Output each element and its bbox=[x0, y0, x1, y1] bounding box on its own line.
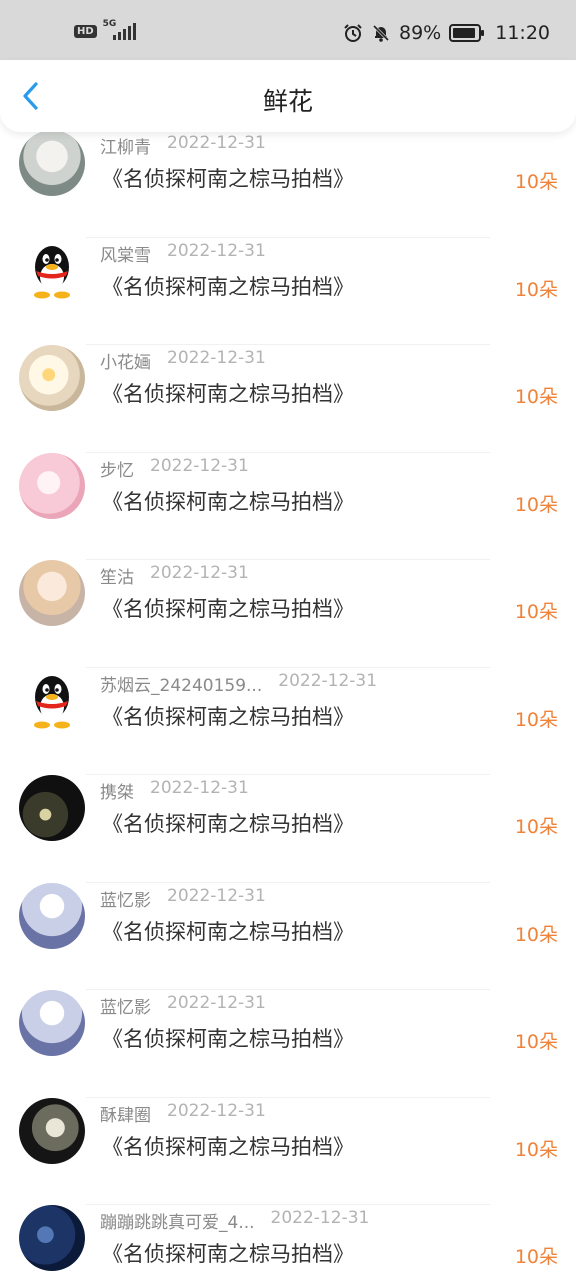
list-item[interactable]: 酥肆圈 2022-12-31 《名侦探柯南之棕马拍档》 10朵 bbox=[0, 1097, 576, 1205]
movie-title: 《名侦探柯南之棕马拍档》 bbox=[102, 1242, 354, 1266]
mute-bell-icon bbox=[372, 24, 390, 42]
night-sky-avatar[interactable] bbox=[19, 1205, 85, 1271]
flower-gift-list[interactable]: 江柳青 2022-12-31 《名侦探柯南之棕马拍档》 10朵 风棠雪 2022-1… bbox=[0, 132, 576, 1280]
date: 2022-12-31 bbox=[150, 455, 249, 476]
moon-avatar[interactable] bbox=[19, 990, 85, 1056]
list-item[interactable]: 蹦蹦跳跳真可爱_4... 2022-12-31 《名侦探柯南之棕马拍档》 10朵 bbox=[0, 1205, 576, 1280]
date: 2022-12-31 bbox=[167, 348, 266, 368]
date: 2022-12-31 bbox=[150, 778, 249, 798]
username[interactable]: 江柳青 bbox=[100, 133, 151, 158]
dark-moon-avatar[interactable] bbox=[19, 1097, 85, 1164]
fairy-avatar[interactable] bbox=[19, 132, 85, 196]
movie-title: 《名侦探柯南之棕马拍档》 bbox=[102, 812, 354, 836]
username[interactable]: 风棠雪 bbox=[100, 241, 151, 266]
movie-title: 《名侦探柯南之棕马拍档》 bbox=[102, 919, 354, 944]
username[interactable]: 蹦蹦跳跳真可爱_4... bbox=[100, 1208, 255, 1233]
status-left: HD 5G bbox=[74, 19, 136, 42]
movie-title: 《名侦探柯南之棕马拍档》 bbox=[102, 597, 354, 621]
flower-count: 10朵 bbox=[514, 601, 558, 623]
list-item[interactable]: 江柳青 2022-12-31 《名侦探柯南之棕马拍档》 10朵 bbox=[0, 132, 576, 238]
movie-title: 《名侦探柯南之棕马拍档》 bbox=[102, 167, 354, 191]
date: 2022-12-31 bbox=[270, 1208, 370, 1228]
date: 2022-12-31 bbox=[167, 993, 266, 1013]
username[interactable]: 蓝忆影 bbox=[100, 993, 151, 1018]
flower-count: 10朵 bbox=[514, 1138, 558, 1161]
username[interactable]: 携桀 bbox=[100, 778, 134, 803]
flower-avatar[interactable] bbox=[19, 345, 85, 411]
flower-count: 10朵 bbox=[514, 1246, 558, 1268]
list-item[interactable]: 蓝忆影 2022-12-31 《名侦探柯南之棕马拍档》 10朵 bbox=[0, 990, 576, 1098]
qq-penguin-avatar[interactable] bbox=[19, 667, 85, 734]
date: 2022-12-31 bbox=[278, 670, 378, 691]
movie-title: 《名侦探柯南之棕马拍档》 bbox=[102, 382, 354, 406]
date: 2022-12-31 bbox=[167, 885, 266, 906]
username[interactable]: 苏烟云_24240159... bbox=[100, 671, 262, 696]
hd-icon: HD bbox=[74, 24, 97, 38]
battery-percent: 89% bbox=[399, 22, 442, 44]
status-right: 89% 11:20 bbox=[343, 22, 550, 44]
qq-penguin-avatar[interactable] bbox=[19, 237, 85, 304]
alarm-icon bbox=[344, 24, 362, 42]
list-item[interactable]: 蓝忆影 2022-12-31 《名侦探柯南之棕马拍档》 10朵 bbox=[0, 882, 576, 990]
list-item[interactable]: 携桀 2022-12-31 《名侦探柯南之棕马拍档》 10朵 bbox=[0, 775, 576, 883]
date: 2022-12-31 bbox=[167, 240, 266, 261]
flower-count: 10朵 bbox=[514, 923, 558, 946]
username[interactable]: 步忆 bbox=[100, 456, 134, 481]
flower-count: 10朵 bbox=[514, 278, 558, 301]
list-item[interactable]: 步忆 2022-12-31 《名侦探柯南之棕马拍档》 10朵 bbox=[0, 452, 576, 560]
list-item[interactable]: 小花婳 2022-12-31 《名侦探柯南之棕马拍档》 10朵 bbox=[0, 345, 576, 453]
flower-count: 10朵 bbox=[514, 1031, 558, 1053]
moon-avatar[interactable] bbox=[19, 882, 85, 949]
flower-count: 10朵 bbox=[514, 816, 558, 838]
username[interactable]: 蓝忆影 bbox=[100, 886, 151, 911]
flower-count: 10朵 bbox=[514, 171, 558, 193]
flower-count: 10朵 bbox=[514, 708, 558, 731]
status-bar: HD 5G 89% 11:20 bbox=[0, 0, 576, 60]
penguin-icon bbox=[34, 675, 70, 728]
penguin-icon bbox=[34, 245, 70, 298]
flower-count: 10朵 bbox=[514, 386, 558, 408]
list-item[interactable]: 笙沽 2022-12-31 《名侦探柯南之棕马拍档》 10朵 bbox=[0, 560, 576, 668]
dark-art-avatar[interactable] bbox=[19, 775, 85, 841]
list-item[interactable]: 苏烟云_24240159... 2022-12-31 《名侦探柯南之棕马拍档》 1… bbox=[0, 667, 576, 775]
movie-title: 《名侦探柯南之棕马拍档》 bbox=[102, 1027, 354, 1051]
username[interactable]: 笙沽 bbox=[100, 563, 134, 588]
movie-title: 《名侦探柯南之棕马拍档》 bbox=[102, 1134, 354, 1159]
page-title: 鲜花 bbox=[262, 87, 313, 116]
flower-count: 10朵 bbox=[514, 493, 558, 516]
anime-girl-avatar[interactable] bbox=[19, 560, 85, 626]
movie-title: 《名侦探柯南之棕马拍档》 bbox=[102, 489, 354, 514]
username[interactable]: 小花婳 bbox=[100, 348, 151, 373]
battery-icon bbox=[449, 24, 485, 42]
clock: 11:20 bbox=[495, 22, 550, 44]
username[interactable]: 酥肆圈 bbox=[100, 1101, 151, 1126]
movie-title: 《名侦探柯南之棕马拍档》 bbox=[102, 704, 354, 729]
pink-anime-avatar[interactable] bbox=[19, 452, 85, 519]
date: 2022-12-31 bbox=[167, 1100, 266, 1121]
date: 2022-12-31 bbox=[167, 133, 266, 153]
signal-icon: 5G bbox=[103, 19, 136, 42]
list-item[interactable]: 风棠雪 2022-12-31 《名侦探柯南之棕马拍档》 10朵 bbox=[0, 237, 576, 345]
movie-title: 《名侦探柯南之棕马拍档》 bbox=[102, 274, 354, 299]
date: 2022-12-31 bbox=[150, 563, 249, 583]
top-header: 鲜花 bbox=[0, 60, 576, 132]
